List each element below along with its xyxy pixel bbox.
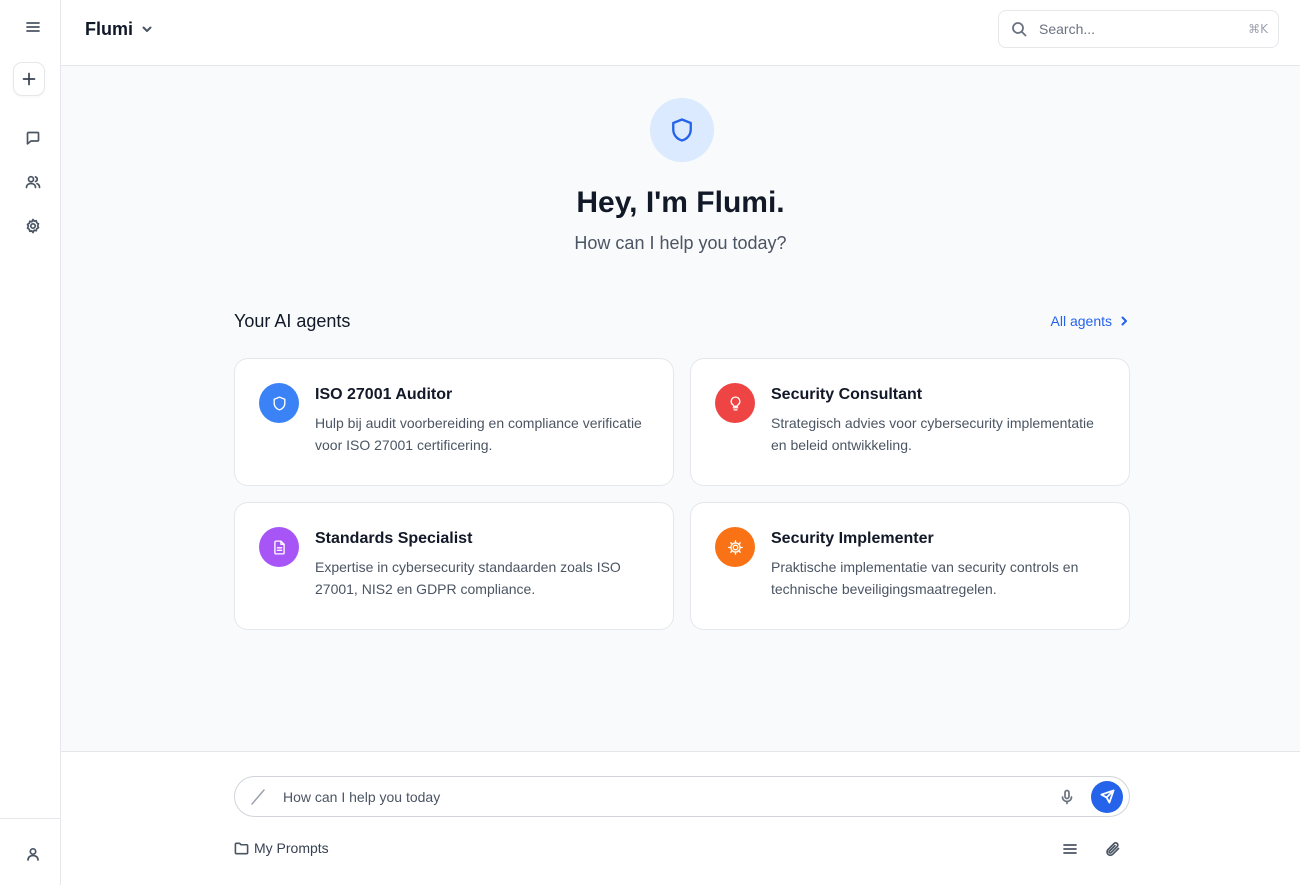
app-name: Flumi: [85, 18, 133, 39]
composer: My Prompts: [61, 751, 1300, 885]
sidebar-item-settings[interactable]: [13, 209, 53, 243]
agent-icon-badge: [259, 383, 299, 423]
agent-icon-badge: [259, 527, 299, 567]
user-icon: [27, 847, 39, 861]
sidebar-item-agents[interactable]: [13, 165, 53, 199]
lightbulb-icon: [730, 395, 740, 411]
paperclip-icon: [1106, 842, 1120, 857]
search-box: ⌘K: [998, 10, 1279, 48]
list-icon: [1063, 844, 1077, 854]
top-bar: Flumi ⌘K: [61, 0, 1300, 66]
agents-section-title: Your AI agents: [234, 310, 351, 331]
gear-icon: [26, 218, 40, 234]
message-box: [234, 776, 1130, 817]
agent-description: Strategisch advies voor cybersecurity im…: [771, 415, 1094, 453]
attach-button[interactable]: [1102, 838, 1124, 860]
microphone-icon[interactable]: [1059, 789, 1075, 805]
menu-button[interactable]: [13, 10, 53, 44]
all-agents-label: All agents: [1050, 313, 1112, 329]
message-input[interactable]: [283, 788, 1059, 805]
agent-card-body: ISO 27001 Auditor Hulp bij audit voorber…: [315, 383, 649, 461]
main-content: Hey, I'm Flumi. How can I help you today…: [61, 66, 1300, 751]
agent-description: Praktische implementatie van security co…: [771, 559, 1079, 597]
send-button[interactable]: [1091, 780, 1123, 813]
agent-title: Security Consultant: [771, 386, 923, 403]
search-shortcut: ⌘K: [1248, 22, 1268, 36]
rail-footer: [0, 818, 60, 885]
agent-card-body: Security Implementer Praktische implemen…: [771, 527, 1105, 605]
shield-icon: [273, 395, 285, 411]
agent-card-security-implementer[interactable]: Security Implementer Praktische implemen…: [690, 502, 1130, 630]
send-icon: [1100, 789, 1114, 804]
agent-card-body: Standards Specialist Expertise in cybers…: [315, 527, 649, 605]
profile-button[interactable]: [13, 837, 53, 871]
cog-icon: [727, 539, 743, 555]
slash-command-icon: [251, 788, 265, 805]
shield-icon: [672, 118, 692, 142]
agent-description: Hulp bij audit voorbereiding en complian…: [315, 415, 642, 453]
agent-card-security-consultant[interactable]: Security Consultant Strategisch advies v…: [690, 358, 1130, 486]
search-input[interactable]: [1039, 21, 1249, 37]
left-rail: [0, 0, 61, 885]
agent-description: Expertise in cybersecurity standaarden z…: [315, 559, 621, 597]
agent-title: Security Implementer: [771, 530, 934, 547]
hero-subtitle: How can I help you today?: [574, 233, 787, 253]
hero-title: Hey, I'm Flumi.: [576, 186, 785, 219]
menu-icon: [26, 22, 40, 32]
search-icon: [1012, 22, 1027, 37]
agent-card-iso-27001-auditor[interactable]: ISO 27001 Auditor Hulp bij audit voorber…: [234, 358, 674, 486]
sidebar-item-chats[interactable]: [13, 121, 53, 155]
plus-icon: [22, 72, 36, 86]
options-button[interactable]: [1059, 838, 1081, 860]
document-icon: [273, 539, 285, 555]
my-prompts-label: My Prompts: [254, 840, 329, 856]
chevron-right-icon: [1121, 316, 1127, 326]
chevron-down-icon: [142, 26, 152, 32]
folder-icon: [234, 842, 249, 854]
hero-badge: [650, 98, 714, 162]
chat-icon: [26, 131, 40, 145]
workspace-switcher[interactable]: Flumi: [85, 18, 153, 40]
agent-icon-badge: [715, 527, 755, 567]
users-icon: [25, 175, 41, 189]
agent-card-body: Security Consultant Strategisch advies v…: [771, 383, 1105, 461]
my-prompts-button[interactable]: My Prompts: [234, 840, 329, 856]
agents-header: Your AI agents All agents: [234, 309, 1130, 333]
agent-card-standards-specialist[interactable]: Standards Specialist Expertise in cybers…: [234, 502, 674, 630]
new-chat-button[interactable]: [13, 62, 45, 96]
agent-title: Standards Specialist: [315, 530, 473, 547]
all-agents-link[interactable]: All agents: [1051, 313, 1130, 329]
agent-icon-badge: [715, 383, 755, 423]
agent-title: ISO 27001 Auditor: [315, 386, 453, 403]
